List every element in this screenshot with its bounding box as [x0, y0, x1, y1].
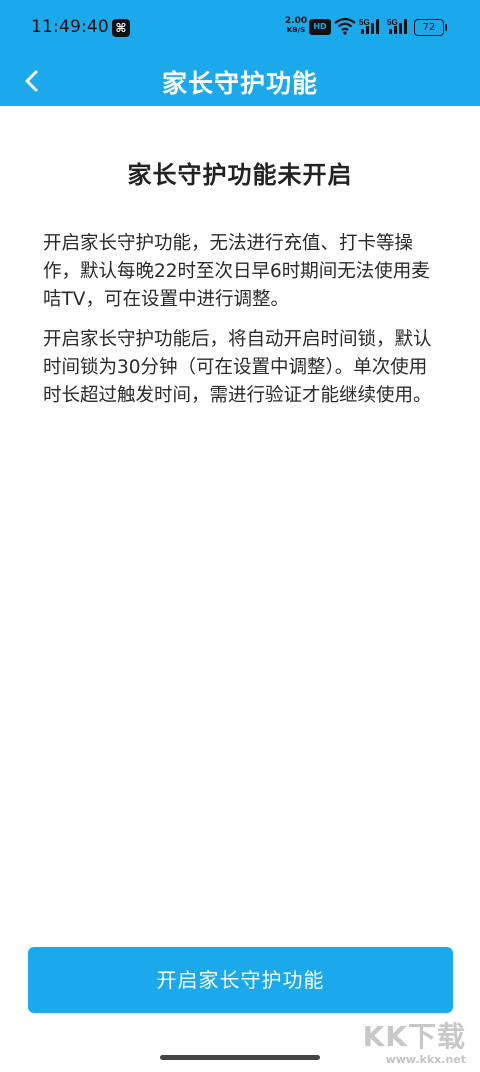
signal2-label: 5G — [387, 18, 398, 27]
network-speed: 2.00 KB/S — [281, 17, 311, 35]
navigation-bar: 家长守护功能 — [0, 56, 480, 106]
page-title: 家长守护功能 — [161, 69, 318, 98]
enable-parental-guard-button[interactable]: 开启家长守护功能 — [28, 947, 453, 1013]
home-indicator[interactable] — [160, 1055, 320, 1060]
status-heading: 家长守护功能未开启 — [127, 161, 353, 189]
signal1-label: 5G — [359, 18, 370, 27]
status-bar: 11:49:40 ⌘ 2.00 KB/S HD 5G 5G 72 — [0, 0, 480, 56]
app-header: 11:49:40 ⌘ 2.00 KB/S HD 5G 5G 72 家长守护功能 — [0, 0, 480, 106]
watermark: KK下载 www.kkx.net — [363, 1015, 466, 1066]
status-time: 11:49:40 — [31, 17, 109, 37]
description-paragraph-1: 开启家长守护功能，无法进行充值、打卡等操作，默认每晚22时至次日早6时期间无法使… — [43, 233, 430, 310]
description-paragraph-2: 开启家长守护功能后，将自动开启时间锁，默认时间锁为30分钟（可在设置中调整）。单… — [43, 329, 432, 406]
network-speed-unit: KB/S — [286, 26, 306, 34]
signal-5g-icon-2: 5G — [387, 17, 411, 39]
wifi-icon — [334, 17, 356, 39]
capcut-icon: ⌘ — [112, 19, 130, 37]
watermark-logo: KK下载 — [362, 1020, 466, 1053]
battery-icon: 72 — [414, 19, 447, 36]
signal-5g-icon: 5G — [359, 17, 383, 39]
hd-icon: HD — [309, 19, 331, 35]
network-speed-value: 2.00 — [284, 16, 308, 26]
